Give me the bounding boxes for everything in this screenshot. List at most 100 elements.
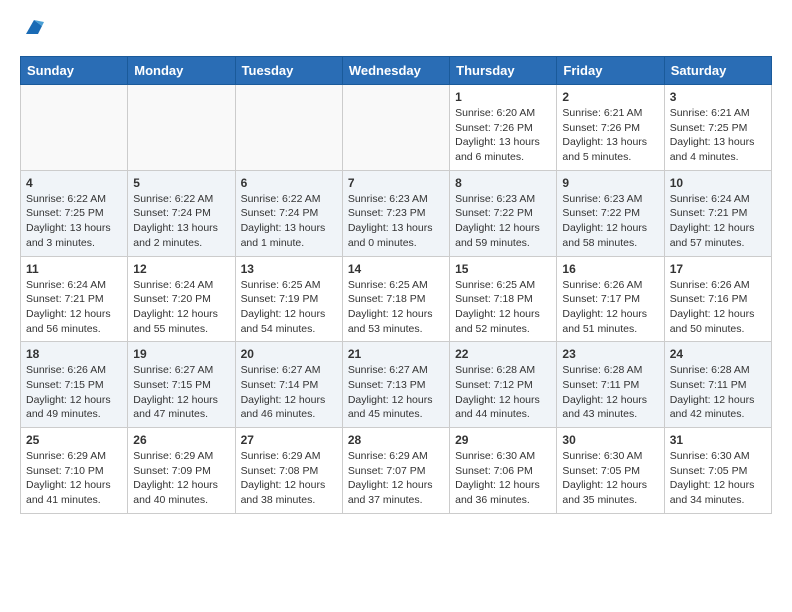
calendar-cell: 9 Sunrise: 6:23 AM Sunset: 7:22 PM Daylig… — [557, 170, 664, 256]
day-number: 8 — [455, 176, 551, 190]
day-number: 15 — [455, 262, 551, 276]
calendar-header-sunday: Sunday — [21, 57, 128, 85]
calendar-cell — [21, 85, 128, 171]
calendar-cell: 22 Sunrise: 6:28 AM Sunset: 7:12 PM Dayli… — [450, 342, 557, 428]
calendar-cell: 31 Sunrise: 6:30 AM Sunset: 7:05 PM Dayli… — [664, 428, 771, 514]
day-info: Sunrise: 6:29 AM Sunset: 7:10 PM Dayligh… — [26, 449, 122, 508]
calendar-cell: 15Sunrise: 6:25 AM Sunset: 7:18 PM Dayli… — [450, 256, 557, 342]
day-number: 31 — [670, 433, 766, 447]
calendar-cell: 8 Sunrise: 6:23 AM Sunset: 7:22 PM Daylig… — [450, 170, 557, 256]
calendar-cell: 4 Sunrise: 6:22 AM Sunset: 7:25 PM Daylig… — [21, 170, 128, 256]
day-number: 13 — [241, 262, 337, 276]
day-number: 21 — [348, 347, 444, 361]
day-number: 16 — [562, 262, 658, 276]
day-info: Sunrise: 6:22 AM Sunset: 7:24 PM Dayligh… — [241, 192, 337, 251]
day-info: Sunrise: 6:24 AM Sunset: 7:21 PM Dayligh… — [26, 278, 122, 337]
day-number: 4 — [26, 176, 122, 190]
day-info: Sunrise: 6:23 AM Sunset: 7:22 PM Dayligh… — [562, 192, 658, 251]
calendar-cell: 29 Sunrise: 6:30 AM Sunset: 7:06 PM Dayli… — [450, 428, 557, 514]
day-info: Sunrise: 6:26 AM Sunset: 7:16 PM Dayligh… — [670, 278, 766, 337]
calendar-header-monday: Monday — [128, 57, 235, 85]
day-info: Sunrise: 6:28 AM Sunset: 7:11 PM Dayligh… — [670, 363, 766, 422]
calendar-header-saturday: Saturday — [664, 57, 771, 85]
calendar-week-row: 25 Sunrise: 6:29 AM Sunset: 7:10 PM Dayli… — [21, 428, 772, 514]
calendar-cell: 2 Sunrise: 6:21 AM Sunset: 7:26 PM Daylig… — [557, 85, 664, 171]
calendar-cell: 11 Sunrise: 6:24 AM Sunset: 7:21 PM Dayli… — [21, 256, 128, 342]
calendar-cell: 10 Sunrise: 6:24 AM Sunset: 7:21 PM Dayli… — [664, 170, 771, 256]
day-number: 17 — [670, 262, 766, 276]
day-info: Sunrise: 6:27 AM Sunset: 7:15 PM Dayligh… — [133, 363, 229, 422]
day-number: 29 — [455, 433, 551, 447]
calendar-cell: 16 Sunrise: 6:26 AM Sunset: 7:17 PM Dayli… — [557, 256, 664, 342]
day-info: Sunrise: 6:30 AM Sunset: 7:06 PM Dayligh… — [455, 449, 551, 508]
calendar-cell: 27 Sunrise: 6:29 AM Sunset: 7:08 PM Dayli… — [235, 428, 342, 514]
day-info: Sunrise: 6:26 AM Sunset: 7:15 PM Dayligh… — [26, 363, 122, 422]
day-info: Sunrise: 6:25 AM Sunset: 7:18 PM Dayligh… — [348, 278, 444, 337]
day-info: Sunrise: 6:23 AM Sunset: 7:23 PM Dayligh… — [348, 192, 444, 251]
day-number: 10 — [670, 176, 766, 190]
day-info: Sunrise: 6:30 AM Sunset: 7:05 PM Dayligh… — [670, 449, 766, 508]
calendar-cell: 6 Sunrise: 6:22 AM Sunset: 7:24 PM Daylig… — [235, 170, 342, 256]
calendar-week-row: 18Sunrise: 6:26 AM Sunset: 7:15 PM Dayli… — [21, 342, 772, 428]
day-number: 25 — [26, 433, 122, 447]
day-info: Sunrise: 6:26 AM Sunset: 7:17 PM Dayligh… — [562, 278, 658, 337]
day-number: 6 — [241, 176, 337, 190]
day-info: Sunrise: 6:24 AM Sunset: 7:21 PM Dayligh… — [670, 192, 766, 251]
calendar-week-row: 11 Sunrise: 6:24 AM Sunset: 7:21 PM Dayli… — [21, 256, 772, 342]
day-number: 30 — [562, 433, 658, 447]
day-info: Sunrise: 6:29 AM Sunset: 7:08 PM Dayligh… — [241, 449, 337, 508]
day-number: 19 — [133, 347, 229, 361]
day-info: Sunrise: 6:21 AM Sunset: 7:25 PM Dayligh… — [670, 106, 766, 165]
day-number: 3 — [670, 90, 766, 104]
calendar-header-wednesday: Wednesday — [342, 57, 449, 85]
calendar-header-row: SundayMondayTuesdayWednesdayThursdayFrid… — [21, 57, 772, 85]
calendar-cell: 3 Sunrise: 6:21 AM Sunset: 7:25 PM Daylig… — [664, 85, 771, 171]
day-number: 27 — [241, 433, 337, 447]
day-number: 9 — [562, 176, 658, 190]
calendar-cell: 20 Sunrise: 6:27 AM Sunset: 7:14 PM Dayli… — [235, 342, 342, 428]
logo — [20, 20, 46, 40]
calendar-cell: 19 Sunrise: 6:27 AM Sunset: 7:15 PM Dayli… — [128, 342, 235, 428]
calendar-cell — [128, 85, 235, 171]
day-number: 22 — [455, 347, 551, 361]
calendar-cell: 26 Sunrise: 6:29 AM Sunset: 7:09 PM Dayli… — [128, 428, 235, 514]
day-info: Sunrise: 6:22 AM Sunset: 7:25 PM Dayligh… — [26, 192, 122, 251]
day-info: Sunrise: 6:20 AM Sunset: 7:26 PM Dayligh… — [455, 106, 551, 165]
day-info: Sunrise: 6:29 AM Sunset: 7:09 PM Dayligh… — [133, 449, 229, 508]
day-number: 26 — [133, 433, 229, 447]
day-info: Sunrise: 6:21 AM Sunset: 7:26 PM Dayligh… — [562, 106, 658, 165]
calendar-cell: 12 Sunrise: 6:24 AM Sunset: 7:20 PM Dayli… — [128, 256, 235, 342]
day-number: 12 — [133, 262, 229, 276]
day-info: Sunrise: 6:24 AM Sunset: 7:20 PM Dayligh… — [133, 278, 229, 337]
calendar-cell: 30Sunrise: 6:30 AM Sunset: 7:05 PM Dayli… — [557, 428, 664, 514]
day-number: 5 — [133, 176, 229, 190]
day-number: 28 — [348, 433, 444, 447]
day-number: 23 — [562, 347, 658, 361]
calendar-header-thursday: Thursday — [450, 57, 557, 85]
calendar-table: SundayMondayTuesdayWednesdayThursdayFrid… — [20, 56, 772, 514]
day-info: Sunrise: 6:22 AM Sunset: 7:24 PM Dayligh… — [133, 192, 229, 251]
page-header — [20, 20, 772, 40]
day-number: 2 — [562, 90, 658, 104]
calendar-week-row: 1 Sunrise: 6:20 AM Sunset: 7:26 PM Daylig… — [21, 85, 772, 171]
day-info: Sunrise: 6:27 AM Sunset: 7:14 PM Dayligh… — [241, 363, 337, 422]
calendar-cell — [342, 85, 449, 171]
day-number: 20 — [241, 347, 337, 361]
day-number: 1 — [455, 90, 551, 104]
day-info: Sunrise: 6:28 AM Sunset: 7:11 PM Dayligh… — [562, 363, 658, 422]
calendar-cell: 25 Sunrise: 6:29 AM Sunset: 7:10 PM Dayli… — [21, 428, 128, 514]
calendar-cell: 13 Sunrise: 6:25 AM Sunset: 7:19 PM Dayli… — [235, 256, 342, 342]
calendar-cell: 17 Sunrise: 6:26 AM Sunset: 7:16 PM Dayli… — [664, 256, 771, 342]
calendar-cell — [235, 85, 342, 171]
calendar-header-friday: Friday — [557, 57, 664, 85]
calendar-cell: 1 Sunrise: 6:20 AM Sunset: 7:26 PM Daylig… — [450, 85, 557, 171]
day-number: 11 — [26, 262, 122, 276]
day-number: 14 — [348, 262, 444, 276]
day-info: Sunrise: 6:28 AM Sunset: 7:12 PM Dayligh… — [455, 363, 551, 422]
day-info: Sunrise: 6:23 AM Sunset: 7:22 PM Dayligh… — [455, 192, 551, 251]
day-info: Sunrise: 6:25 AM Sunset: 7:19 PM Dayligh… — [241, 278, 337, 337]
day-number: 7 — [348, 176, 444, 190]
day-number: 24 — [670, 347, 766, 361]
calendar-week-row: 4 Sunrise: 6:22 AM Sunset: 7:25 PM Daylig… — [21, 170, 772, 256]
calendar-cell: 24 Sunrise: 6:28 AM Sunset: 7:11 PM Dayli… — [664, 342, 771, 428]
